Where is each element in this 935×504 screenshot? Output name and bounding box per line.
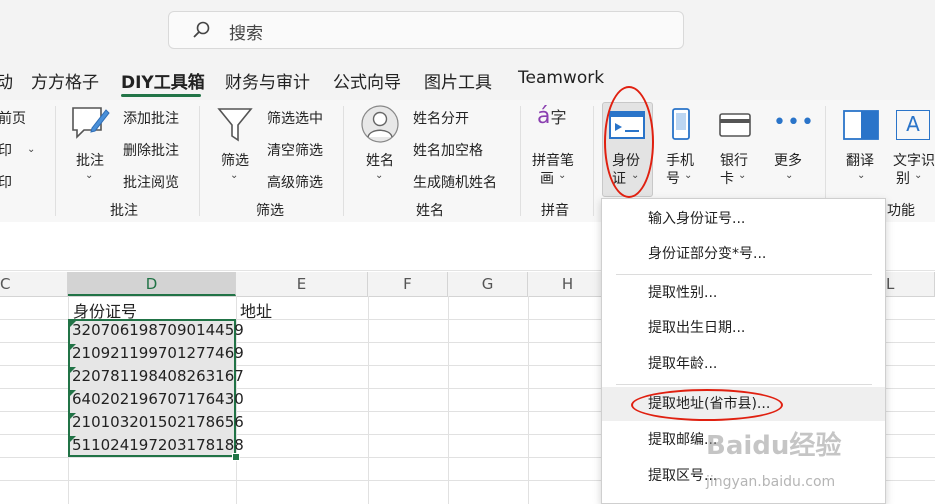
search-box[interactable]: 搜索 xyxy=(168,11,684,49)
menu-item-birthdate[interactable]: 提取出生日期... xyxy=(602,311,885,345)
phone-button-line2: 号 xyxy=(666,171,680,187)
menu-item-mask-id[interactable]: 身份证部分变*号... xyxy=(602,237,885,271)
group-divider xyxy=(55,106,56,216)
name-button[interactable]: 姓名 xyxy=(366,150,394,170)
group-label-function: 功能 xyxy=(887,203,915,219)
cell-id[interactable]: 210921199701277469 xyxy=(72,344,244,362)
search-icon xyxy=(193,21,210,38)
delete-annotation-button[interactable]: 删除批注 xyxy=(123,140,179,160)
group-label-filter: 筛选 xyxy=(256,203,284,219)
group-label-name: 姓名 xyxy=(416,203,444,219)
group-divider xyxy=(199,106,200,216)
annotation-button[interactable]: 批注 xyxy=(76,150,104,170)
chevron-down-icon: ⌄ xyxy=(914,170,923,181)
ribbon-left-item[interactable]: 印 xyxy=(0,140,12,160)
cell-id[interactable]: 511024197203178188 xyxy=(72,436,244,454)
grid-line xyxy=(528,296,529,504)
chevron-down-icon: ⌄ xyxy=(684,170,693,181)
bank-card-icon xyxy=(719,113,751,137)
watermark-url: jingyan.baidu.com xyxy=(706,474,836,490)
menu-item-input-id[interactable]: 输入身份证号... xyxy=(602,202,885,236)
name-add-space-button[interactable]: 姓名加空格 xyxy=(413,140,483,160)
chevron-down-icon: ⌄ xyxy=(27,144,36,155)
tab-formula[interactable]: 公式向导 xyxy=(333,68,401,93)
chevron-down-icon: ⌄ xyxy=(558,170,567,181)
filter-button[interactable]: 筛选 xyxy=(221,150,249,170)
menu-divider xyxy=(616,274,872,275)
cell-id[interactable]: 220781198408263167 xyxy=(72,367,244,385)
column-header-f[interactable]: F xyxy=(368,272,448,296)
column-header-h[interactable]: H xyxy=(528,272,608,296)
chevron-down-icon: ⌄ xyxy=(785,170,794,181)
highlight-oval-address xyxy=(631,389,783,421)
column-header-c[interactable]: C xyxy=(0,272,68,296)
cell-id[interactable]: 210103201502178656 xyxy=(72,413,244,431)
advanced-filter-button[interactable]: 高级筛选 xyxy=(267,172,323,192)
tab-finance[interactable]: 财务与审计 xyxy=(225,68,310,93)
group-divider xyxy=(520,106,521,216)
grid-line xyxy=(448,296,449,504)
cell-id[interactable]: 320706198709014459 xyxy=(72,321,244,339)
person-icon xyxy=(361,105,399,143)
phone-icon xyxy=(672,108,690,140)
translate-icon xyxy=(843,110,879,140)
translate-button[interactable]: 翻译 xyxy=(846,150,874,170)
chevron-down-icon: ⌄ xyxy=(230,170,239,181)
chevron-down-icon: ⌄ xyxy=(85,170,94,181)
text-recognition-button-line2: 别 xyxy=(896,171,910,187)
chevron-down-icon: ⌄ xyxy=(857,170,866,181)
tab-diy[interactable]: DIY工具箱 xyxy=(121,68,205,93)
more-icon: ••• xyxy=(773,110,815,135)
chevron-down-icon: ⌄ xyxy=(375,170,384,181)
bank-card-button[interactable]: 银行 xyxy=(720,150,748,170)
tab-partial[interactable]: 动 xyxy=(0,68,13,93)
tab-image[interactable]: 图片工具 xyxy=(424,68,492,93)
group-divider xyxy=(343,106,344,216)
filter-icon xyxy=(217,108,253,142)
fill-handle[interactable] xyxy=(232,453,240,461)
tab-teamwork[interactable]: Teamwork xyxy=(518,68,604,88)
pinyin-stroke-button[interactable]: 拼音笔 xyxy=(532,150,574,170)
menu-item-age[interactable]: 提取年龄... xyxy=(602,347,885,381)
text-recognition-button[interactable]: 文字识 xyxy=(893,150,935,170)
grid-line xyxy=(368,296,369,504)
group-label-pinyin: 拼音 xyxy=(541,203,569,219)
pinyin-stroke-button-line2: 画 xyxy=(540,171,554,187)
pinyin-icon: á字 xyxy=(537,104,567,129)
ribbon-left-item[interactable]: 印 xyxy=(0,172,12,192)
column-header-e[interactable]: E xyxy=(236,272,368,296)
column-header-g[interactable]: G xyxy=(448,272,528,296)
phone-button[interactable]: 手机 xyxy=(666,150,694,170)
cell-id[interactable]: 640202196707176430 xyxy=(72,390,244,408)
view-annotation-button[interactable]: 批注阅览 xyxy=(123,172,179,192)
tab-fangfang[interactable]: 方方格子 xyxy=(31,68,99,93)
search-placeholder: 搜索 xyxy=(229,24,263,44)
random-name-button[interactable]: 生成随机姓名 xyxy=(413,172,497,192)
ribbon-left-item[interactable]: 前页 xyxy=(0,108,26,128)
menu-divider xyxy=(616,384,872,385)
split-name-button[interactable]: 姓名分开 xyxy=(413,108,469,128)
cell-e1[interactable]: 地址 xyxy=(240,298,272,322)
chevron-down-icon: ⌄ xyxy=(738,170,747,181)
bank-card-button-line2: 卡 xyxy=(720,171,734,187)
group-divider xyxy=(593,106,594,216)
group-label-annotation: 批注 xyxy=(110,203,138,219)
menu-item-gender[interactable]: 提取性别... xyxy=(602,276,885,310)
add-annotation-button[interactable]: 添加批注 xyxy=(123,108,179,128)
clear-filter-button[interactable]: 清空筛选 xyxy=(267,140,323,160)
active-tab-underline xyxy=(121,94,201,97)
filter-selected-button[interactable]: 筛选选中 xyxy=(267,108,323,128)
column-header-d[interactable]: D xyxy=(68,272,236,296)
more-button[interactable]: 更多 xyxy=(774,150,802,170)
watermark-logo: Baidu经验 xyxy=(706,431,842,461)
annotation-icon xyxy=(72,107,110,139)
text-recognition-icon: A xyxy=(896,110,930,140)
highlight-oval-id-card xyxy=(604,86,654,198)
ribbon-tabs: 动 方方格子 DIY工具箱 财务与审计 公式向导 图片工具 Teamwork xyxy=(0,62,935,100)
